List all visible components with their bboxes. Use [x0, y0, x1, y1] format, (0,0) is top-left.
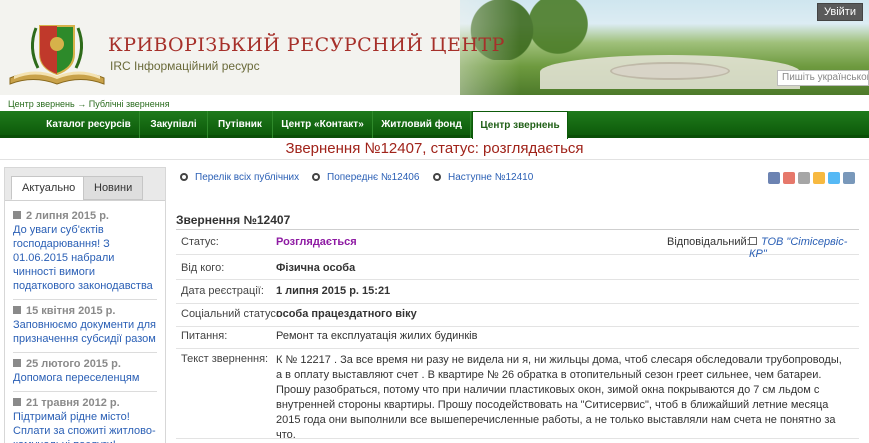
previous-appeal-link[interactable]: Попереднє №12406: [312, 172, 419, 183]
site-header: КРИВОРІЗЬКИЙ РЕСУРСНИЙ ЦЕНТР IRC Інформа…: [0, 0, 869, 95]
list-item: 21 травня 2012 р. Підтримай рідне місто!…: [13, 392, 157, 443]
status-badge: Розглядається: [276, 236, 357, 248]
site-title[interactable]: КРИВОРІЗЬКИЙ РЕСУРСНИЙ ЦЕНТР: [108, 34, 505, 56]
from-value: Фізична особа: [276, 262, 356, 274]
bullet-icon: [312, 173, 320, 181]
news-link[interactable]: Заповнюємо документи для призначення суб…: [13, 318, 157, 346]
bullet-icon: [433, 173, 441, 181]
sidebar: Актуально Новини 2 липня 2015 р. До уваг…: [4, 167, 166, 443]
odnoklassniki-icon[interactable]: [813, 172, 825, 184]
appeal-navigation: Перелік всіх публічних Попереднє №12406 …: [176, 167, 869, 189]
breadcrumb-item-appeals-center[interactable]: Центр звернень: [8, 99, 75, 109]
site-subtitle: IRC Інформаційний ресурс: [110, 59, 260, 73]
news-link[interactable]: Допомога переселенцям: [13, 371, 157, 385]
social-share: [765, 172, 855, 187]
from-row: Від кого: Фізична особа: [176, 255, 859, 280]
page-title: Звернення №12407, статус: розглядається: [0, 140, 869, 160]
google-plus-icon[interactable]: [783, 172, 795, 184]
breadcrumb: Центр звернень → Публічні звернення: [8, 99, 170, 109]
language-input[interactable]: Пишіть українською: [777, 70, 869, 86]
responsible-label: Відповідальний:: [667, 236, 750, 248]
question-row: Питання: Ремонт та експлуатація жилих бу…: [176, 327, 859, 349]
news-date: 21 травня 2012 р.: [26, 397, 120, 409]
calendar-icon: [13, 398, 21, 406]
all-public-link[interactable]: Перелік всіх публічних: [180, 172, 299, 183]
social-status-row: Соціальний статус: особа працездатного в…: [176, 304, 859, 327]
appeal-heading: Звернення №12407: [176, 213, 291, 227]
facebook-icon[interactable]: [768, 172, 780, 184]
main-content: Перелік всіх публічних Попереднє №12406 …: [176, 167, 869, 441]
question-label: Питання:: [181, 330, 228, 342]
question-value: Ремонт та експлуатація жилих будинків: [276, 330, 478, 342]
calendar-icon: [13, 359, 21, 367]
nav-item-resource-catalog[interactable]: Каталог ресурсів: [38, 111, 140, 138]
twitter-icon[interactable]: [828, 172, 840, 184]
news-date: 2 липня 2015 р.: [26, 210, 109, 222]
tab-news[interactable]: Новини: [83, 176, 144, 200]
breadcrumb-item-public-appeals[interactable]: Публічні звернення: [89, 99, 170, 109]
news-date: 25 лютого 2015 р.: [26, 358, 121, 370]
sidebar-tabs: Актуально Новини: [5, 168, 165, 201]
social-status-label: Соціальний статус:: [181, 308, 279, 320]
list-item: 25 лютого 2015 р. Допомога переселенцям: [13, 353, 157, 392]
nav-item-procurement[interactable]: Закупівлі: [140, 111, 208, 138]
main-nav: Каталог ресурсів Закупівлі Путівник Цент…: [0, 111, 869, 139]
news-list: 2 липня 2015 р. До уваги суб'єктів госпо…: [5, 201, 165, 443]
social-status-value: особа працездатного віку: [276, 308, 417, 320]
breadcrumb-separator: →: [77, 99, 87, 109]
text-label: Текст звернення:: [181, 353, 269, 365]
status-row: Статус: Розглядається Відповідальний: ТО…: [176, 230, 859, 260]
next-appeal-link[interactable]: Наступне №12410: [433, 172, 533, 183]
news-link[interactable]: До уваги суб'єктів господарювання! З 01.…: [13, 223, 157, 293]
news-link[interactable]: Підтримай рідне місто! Сплати за спожиті…: [13, 410, 157, 443]
vk-icon[interactable]: [843, 172, 855, 184]
login-button[interactable]: Увійти: [817, 3, 863, 21]
from-label: Від кого:: [181, 262, 225, 274]
calendar-icon: [13, 306, 21, 314]
status-label: Статус:: [181, 236, 219, 248]
bullet-icon: [180, 173, 188, 181]
text-row: Текст звернення: К № 12217 . За все врем…: [176, 349, 859, 441]
appeal-text: К № 12217 . За все время ни разу не виде…: [276, 354, 842, 441]
info-icon: [749, 237, 757, 245]
calendar-icon: [13, 211, 21, 219]
date-value: 1 липня 2015 р. 15:21: [276, 285, 391, 297]
share-icon[interactable]: [798, 172, 810, 184]
list-item: 15 квітня 2015 р. Заповнюємо документи д…: [13, 300, 157, 353]
nav-item-guide[interactable]: Путівник: [208, 111, 273, 138]
date-label: Дата реєстрації:: [181, 285, 264, 297]
nav-item-appeals-center[interactable]: Центр звернень: [472, 111, 568, 139]
date-row: Дата реєстрації: 1 липня 2015 р. 15:21: [176, 280, 859, 304]
tab-actual[interactable]: Актуально: [11, 176, 87, 200]
nav-item-housing-fund[interactable]: Житловий фонд: [373, 111, 471, 138]
news-date: 15 квітня 2015 р.: [26, 305, 116, 317]
list-item: 2 липня 2015 р. До уваги суб'єктів госпо…: [13, 205, 157, 300]
city-emblem-logo[interactable]: [8, 18, 106, 88]
nav-item-contact-center[interactable]: Центр «Контакт»: [273, 111, 373, 138]
